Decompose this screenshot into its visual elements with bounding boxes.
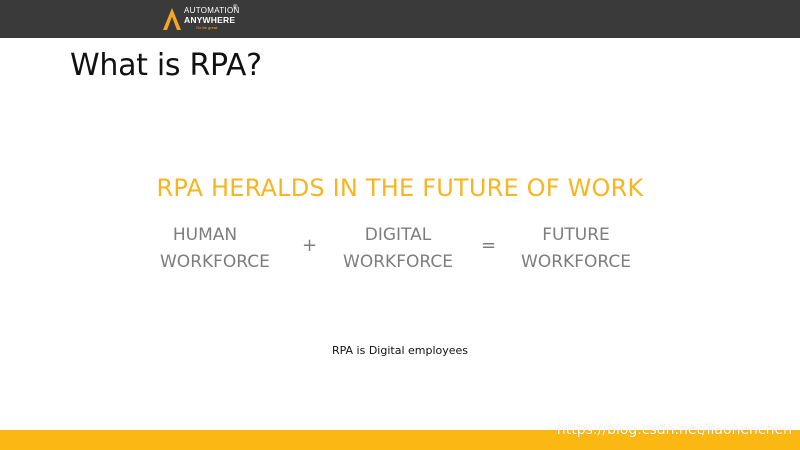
headline: RPA HERALDS IN THE FUTURE OF WORK bbox=[156, 174, 644, 202]
slide-title: What is RPA? bbox=[70, 48, 262, 83]
term-human-line2: WORKFORCE bbox=[160, 252, 270, 272]
term-digital-line2: WORKFORCE bbox=[343, 252, 453, 272]
watermark: https://blog.csdn.net/liaohenchen bbox=[556, 422, 792, 438]
logo-text: AUTOMATION ANYWHERE Go be great. bbox=[184, 7, 240, 30]
automation-anywhere-logo: AUTOMATION ANYWHERE Go be great. ® bbox=[162, 5, 240, 33]
caption: RPA is Digital employees bbox=[331, 344, 469, 357]
term-digital-workforce: DIGITAL WORKFORCE bbox=[337, 222, 459, 276]
term-future-line1: FUTURE bbox=[542, 225, 610, 245]
logo-tagline: Go be great. bbox=[196, 24, 219, 30]
registered-mark: ® bbox=[233, 5, 238, 11]
equals-operator: = bbox=[481, 235, 497, 256]
header-bar: AUTOMATION ANYWHERE Go be great. ® bbox=[0, 0, 800, 38]
term-human-workforce: HUMAN WORKFORCE bbox=[160, 222, 270, 276]
logo-line1: AUTOMATION bbox=[184, 6, 240, 15]
term-future-workforce: FUTURE WORKFORCE bbox=[515, 222, 637, 276]
term-digital-line1: DIGITAL bbox=[364, 225, 432, 245]
logo-a-icon bbox=[163, 8, 181, 30]
plus-operator: + bbox=[302, 235, 318, 256]
logo-line2: ANYWHERE bbox=[184, 15, 236, 25]
term-human-line1: HUMAN bbox=[172, 225, 238, 245]
term-future-line2: WORKFORCE bbox=[521, 252, 631, 272]
